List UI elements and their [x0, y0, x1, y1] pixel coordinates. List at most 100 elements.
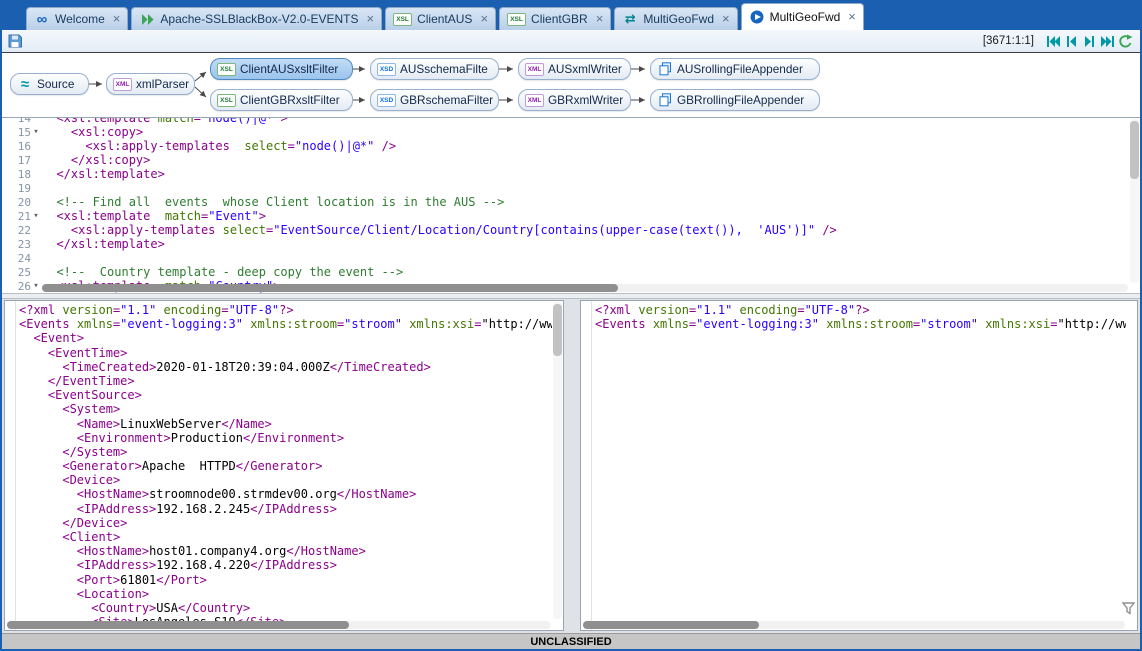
refresh-button[interactable] [1116, 33, 1134, 50]
element-label: Source [37, 77, 74, 91]
line-number[interactable]: 14 [2, 118, 42, 125]
editor-vertical-scrollbar[interactable] [1130, 119, 1139, 283]
step-backward-button[interactable] [1062, 33, 1080, 50]
pipeline-icon: ⇄ [622, 12, 638, 27]
tab-multigeofwd[interactable]: MultiGeoFwd× [741, 3, 864, 30]
pipeline-element-ClientAUSxsltFilter[interactable]: XSL ClientAUSxsltFilter [210, 58, 353, 80]
output-horizontal-scrollbar[interactable] [583, 621, 1125, 629]
line-number[interactable]: 17 [2, 153, 42, 167]
save-button[interactable] [6, 32, 24, 50]
step-last-icon [1101, 36, 1114, 47]
xml-line: <IPAddress>192.168.4.220</IPAddress> [19, 558, 552, 572]
line-number[interactable]: 26▾ [2, 279, 42, 293]
output-xml: <?xml version="1.1" encoding="UTF-8"?><E… [595, 303, 1126, 630]
xml-line: </System> [19, 445, 552, 459]
xsd-icon: XSD [377, 63, 396, 76]
output-gutter-line [591, 301, 592, 630]
input-horizontal-scrollbar[interactable] [7, 621, 551, 629]
step-forward-button[interactable] [1080, 33, 1098, 50]
rolling-file-icon [657, 93, 673, 108]
tab-multigeofwd[interactable]: ⇄ MultiGeoFwd × [614, 7, 737, 30]
tab-label: ClientGBR [531, 12, 588, 26]
line-number[interactable]: 24 [2, 251, 42, 265]
xsd-icon: XSD [377, 94, 396, 107]
pipeline-element-AUSxmlWriter[interactable]: XMLAUSxmlWriter [518, 58, 631, 80]
stepper-icon [749, 10, 765, 25]
tab-clientgbr[interactable]: XSLClientGBR× [499, 7, 611, 30]
xml-icon: XML [525, 63, 544, 76]
line-number[interactable]: 23 [2, 237, 42, 251]
pipeline-editor: ≈Source XMLxmlParser XSL ClientAUSxsltFilte… [2, 53, 1140, 118]
step-first-button[interactable] [1044, 33, 1062, 50]
editor-horizontal-scrollbar[interactable] [42, 284, 1128, 292]
xml-line: <Client> [19, 530, 552, 544]
xslt-code-editor[interactable]: 14 <xsl:template match="node()|@*">15▾ <… [2, 118, 1140, 293]
close-icon[interactable]: × [366, 14, 374, 24]
stroom-app-window: ∞Welcome×Apache-SSLBlackBox-V2.0-EVENTS×… [0, 0, 1142, 651]
xml-line: <EventSource> [19, 388, 552, 402]
refresh-icon [1118, 34, 1133, 49]
pipeline-element-ClientGBRxsltFilter[interactable]: XSLClientGBRxsltFilter [210, 89, 353, 111]
line-number[interactable]: 19 [2, 181, 42, 195]
step-last-button[interactable] [1098, 33, 1116, 50]
input-xml: <?xml version="1.1" encoding="UTF-8"?> <E… [19, 303, 552, 630]
tab-welcome[interactable]: ∞ Welcome × [26, 7, 128, 30]
code-line: 25 <!-- Country template - deep copy the… [2, 265, 1128, 279]
xml-line: <Device> [19, 473, 552, 487]
xml-line: <TimeCreated>2020-01-18T20:39:04.000Z</T… [19, 360, 552, 374]
close-icon[interactable]: × [113, 14, 121, 24]
xml-line: </Device> [19, 516, 552, 530]
close-icon[interactable]: × [722, 14, 730, 24]
pipeline-element-AUSschemaFilte[interactable]: XSD AUSschemaFilte [370, 58, 499, 80]
xml-line: <HostName>stroomnode00.strmdev00.org</Ho… [19, 487, 552, 501]
pipeline-element-GBRrollingFileAppender[interactable]: GBRrollingFileAppender [650, 89, 820, 111]
line-number[interactable]: 25 [2, 265, 42, 279]
xml-icon: XML [525, 94, 544, 107]
pipeline-element-GBRxmlWriter[interactable]: XMLGBRxmlWriter [518, 89, 631, 111]
pipeline-element-AUSrollingFileAppender[interactable]: AUSrollingFileAppender [650, 58, 820, 80]
pipeline-element-xmlParser[interactable]: XMLxmlParser [106, 73, 195, 95]
line-number[interactable]: 22 [2, 223, 42, 237]
close-icon[interactable]: × [848, 12, 856, 22]
line-number[interactable]: 18 [2, 167, 42, 181]
code-line: 21▾ <xsl:template match="Event"> [2, 209, 1128, 223]
element-label: GBRschemaFilter [400, 93, 493, 107]
xml-line: <Port>61801</Port> [19, 573, 552, 587]
xml-line: <?xml version="1.1" encoding="UTF-8"?> [19, 303, 552, 317]
line-number[interactable]: 21▾ [2, 209, 42, 223]
element-label: AUSschemaFilte [400, 62, 488, 76]
filter-icon[interactable] [1122, 602, 1135, 620]
input-vertical-scrollbar[interactable] [553, 302, 562, 619]
xml-line: <Location> [19, 587, 552, 601]
classification-text: UNCLASSIFIED [530, 636, 611, 648]
output-data-pane[interactable]: <?xml version="1.1" encoding="UTF-8"?><E… [580, 300, 1138, 631]
xml-line: <IPAddress>192.168.2.245</IPAddress> [19, 502, 552, 516]
feed-icon [139, 12, 155, 27]
line-number[interactable]: 16 [2, 139, 42, 153]
stepping-toolbar: [3671:1:1] [2, 30, 1140, 53]
xml-line: <Environment>Production</Environment> [19, 431, 552, 445]
tab-label: ClientAUS [417, 12, 472, 26]
step-position-label: [3671:1:1] [983, 35, 1034, 47]
pipeline-element-GBRschemaFilter[interactable]: XSD GBRschemaFilter [370, 89, 499, 111]
element-label: ClientAUSxsltFilter [240, 62, 338, 76]
tab-label: MultiGeoFwd [643, 12, 714, 26]
close-icon[interactable]: × [480, 14, 488, 24]
line-number[interactable]: 15▾ [2, 125, 42, 139]
line-number[interactable]: 20 [2, 195, 42, 209]
xslt-icon: XSL [217, 63, 236, 76]
xml-line: <HostName>host01.company4.org</HostName> [19, 544, 552, 558]
pipeline-element-Source[interactable]: ≈Source [10, 73, 89, 95]
close-icon[interactable]: × [596, 14, 604, 24]
tab-apache-sslblackbox-v2.0-events[interactable]: Apache-SSLBlackBox-V2.0-EVENTS× [131, 7, 382, 30]
input-data-pane[interactable]: <?xml version="1.1" encoding="UTF-8"?> <E… [4, 300, 564, 631]
code-line: 18 </xsl:template> [2, 167, 1128, 181]
tab-clientaus[interactable]: XSLClientAUS× [385, 7, 496, 30]
input-gutter-line [15, 301, 16, 630]
code-line: 19 [2, 181, 1128, 195]
infinity-icon: ∞ [34, 12, 50, 27]
tab-label: Welcome [55, 12, 105, 26]
xml-line: <Generator>Apache HTTPD</Generator> [19, 459, 552, 473]
rolling-file-icon [657, 62, 673, 77]
editor-content: 14 <xsl:template match="node()|@*">15▾ <… [2, 118, 1128, 293]
